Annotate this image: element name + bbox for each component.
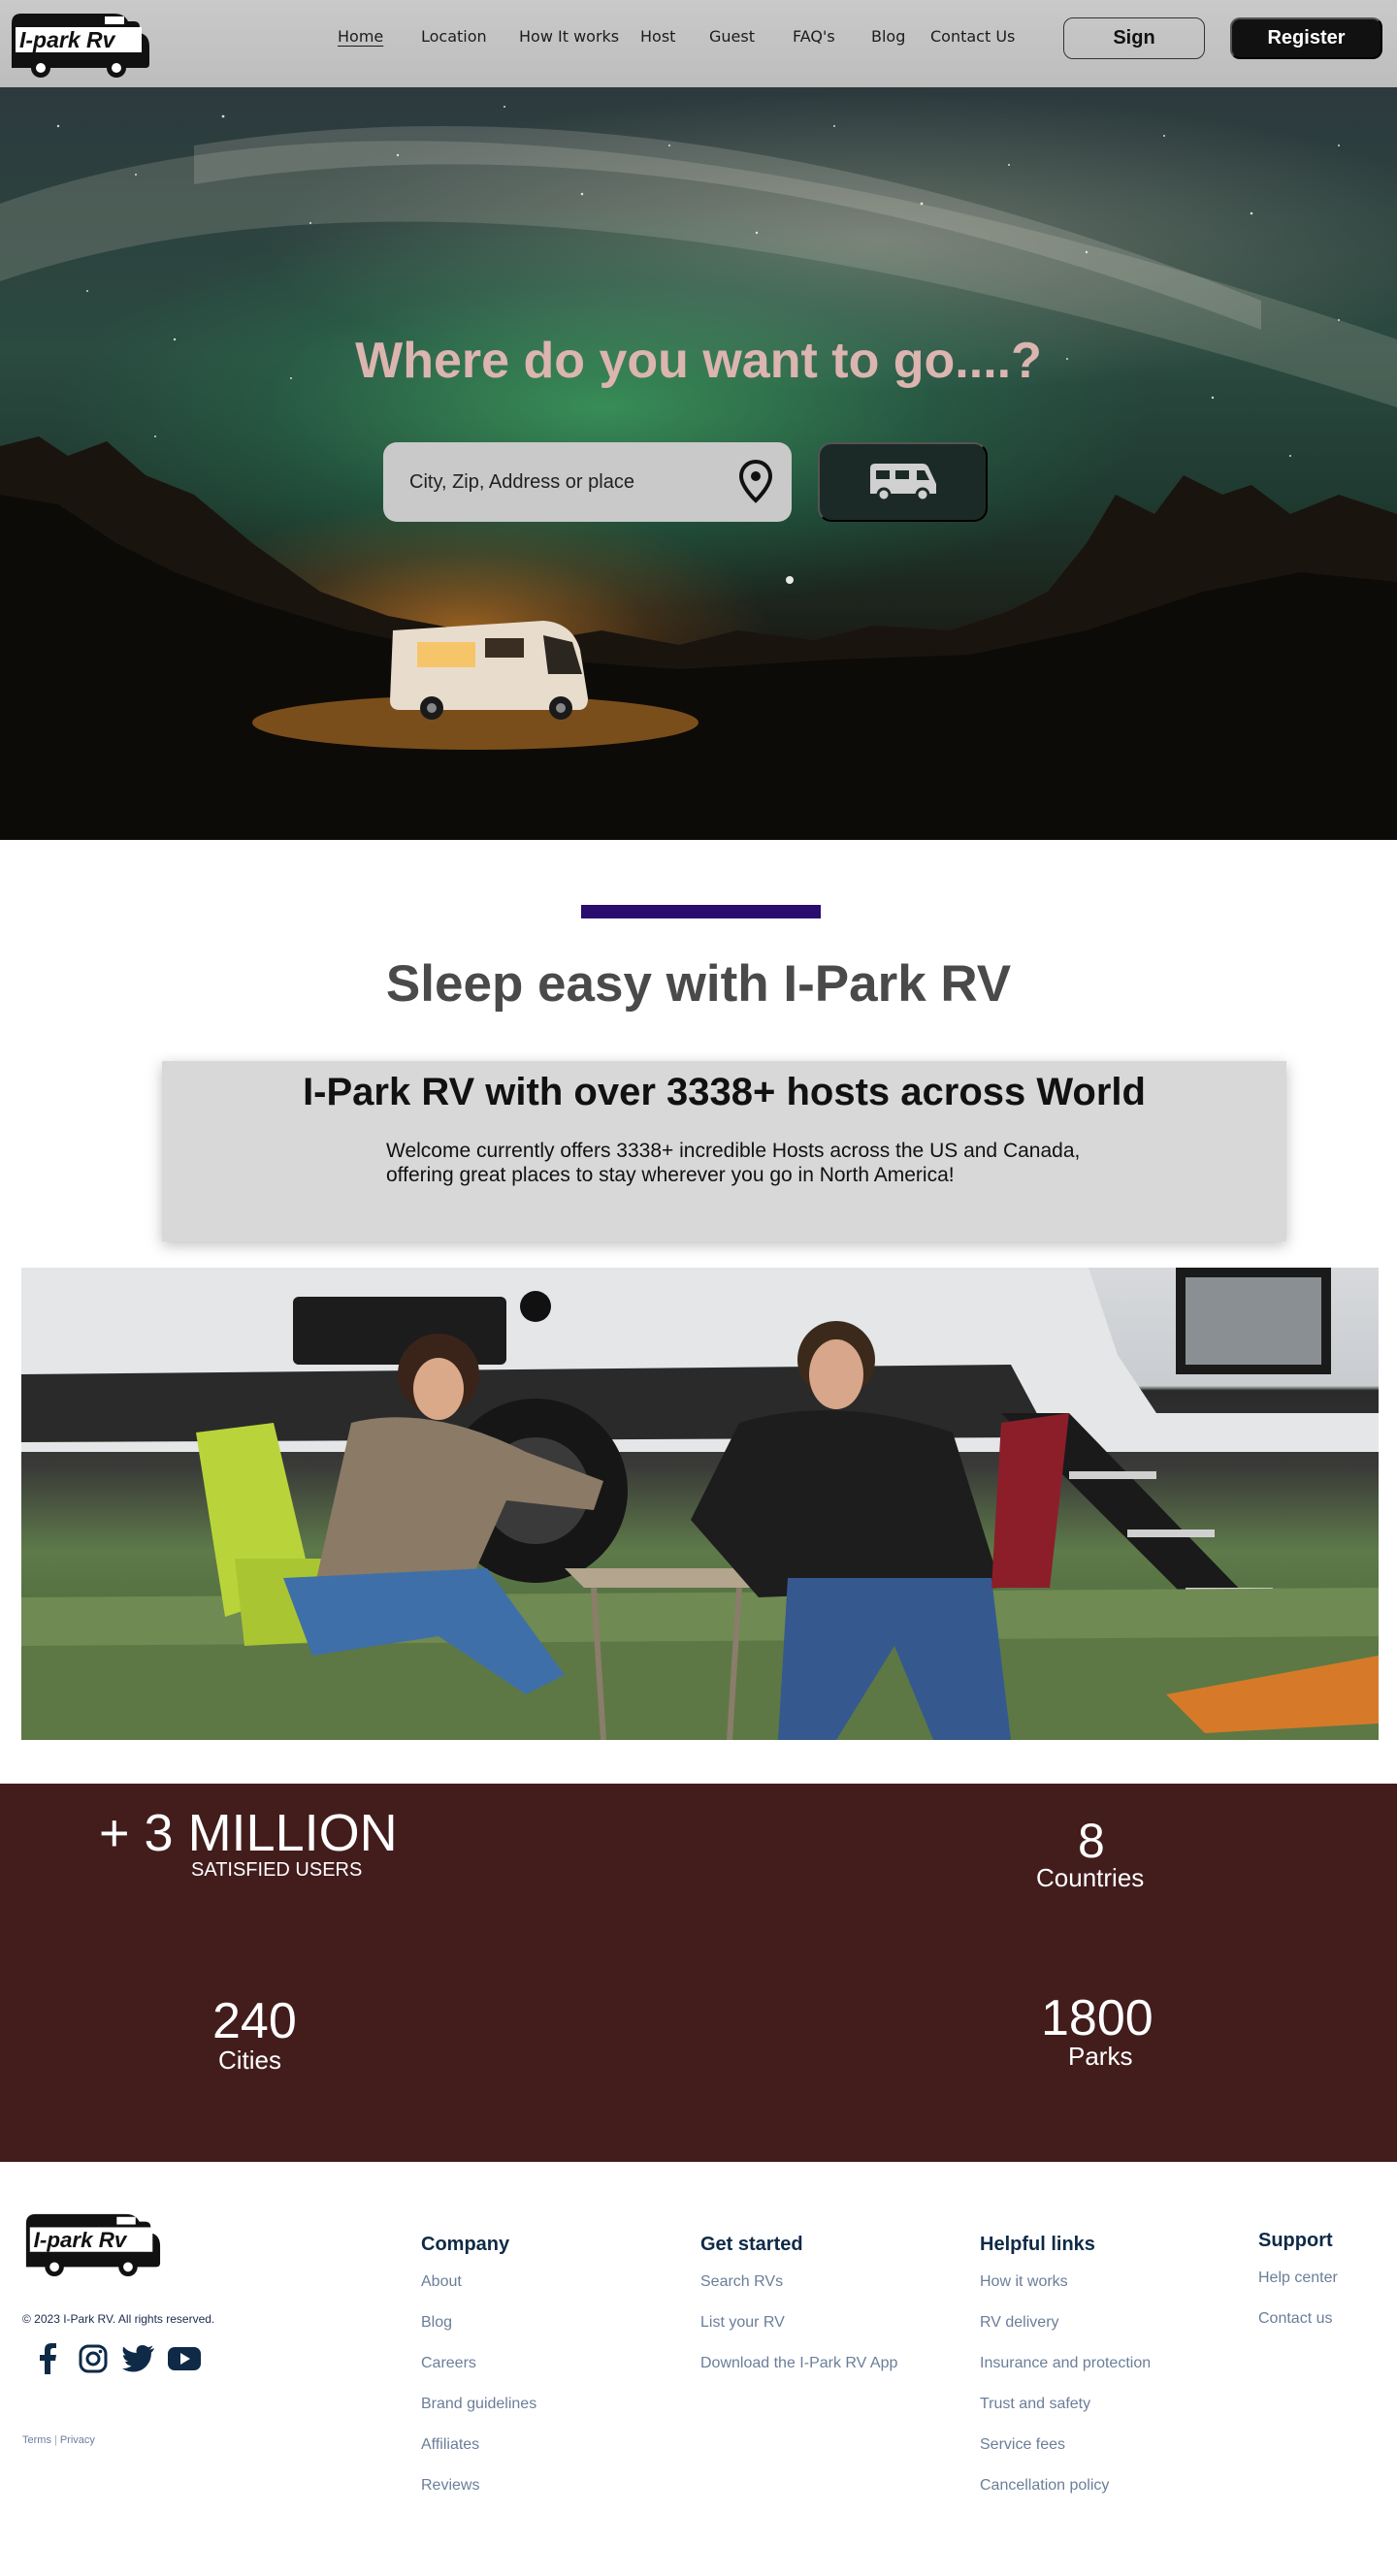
rv-icon <box>869 464 936 502</box>
hosts-info-card: I-Park RV with over 3338+ hosts across W… <box>162 1061 1286 1241</box>
site-footer: I-park Rv © 2023 I-Park RV. All rights r… <box>0 2162 1397 2576</box>
section-accent-bar <box>581 905 821 918</box>
footer-get-started-heading: Get started <box>700 2234 803 2255</box>
footer-link-how-it-works[interactable]: How it works <box>980 2273 1151 2314</box>
facebook-icon[interactable] <box>31 2342 64 2375</box>
legal-separator: | <box>53 2434 57 2446</box>
footer-logo-text: I-park Rv <box>34 2228 128 2252</box>
nav-contact-us[interactable]: Contact Us <box>930 27 1015 46</box>
footer-company-heading: Company <box>421 2234 510 2255</box>
countries-stat-value: 8 <box>1078 1814 1105 1868</box>
copyright-text: © 2023 I-Park RV. All rights reserved. <box>22 2312 215 2326</box>
footer-link-brand-guidelines[interactable]: Brand guidelines <box>421 2396 536 2436</box>
terms-link[interactable]: Terms <box>22 2434 51 2446</box>
hosts-card-title: I-Park RV with over 3338+ hosts across W… <box>303 1071 1146 1113</box>
parks-stat-label: Parks <box>1068 2042 1133 2071</box>
campers-photo <box>21 1268 1379 1740</box>
map-pin-icon[interactable] <box>737 459 774 503</box>
footer-helpful-links-heading: Helpful links <box>980 2234 1095 2255</box>
nav-blog[interactable]: Blog <box>871 27 905 46</box>
rv-search-button[interactable] <box>818 442 988 522</box>
footer-link-service-fees[interactable]: Service fees <box>980 2436 1151 2477</box>
footer-link-contact-us[interactable]: Contact us <box>1258 2310 1338 2351</box>
legal-links: Terms | Privacy <box>22 2434 95 2446</box>
footer-get-started-column: Get started Search RVs List your RV Down… <box>700 2234 897 2396</box>
footer-link-careers[interactable]: Careers <box>421 2355 536 2396</box>
footer-link-trust-safety[interactable]: Trust and safety <box>980 2396 1151 2436</box>
users-stat-value: + 3 MILLION <box>99 1804 398 1862</box>
footer-support-column: Support Help center Contact us <box>1258 2230 1338 2351</box>
footer-link-blog[interactable]: Blog <box>421 2314 536 2355</box>
footer-link-download-app[interactable]: Download the I-Park RV App <box>700 2355 897 2396</box>
hero-section: Where do you want to go....? <box>0 87 1397 840</box>
nav-host[interactable]: Host <box>640 27 675 46</box>
instagram-icon[interactable] <box>77 2342 110 2375</box>
top-navigation: I-park Rv Home Location How It works Hos… <box>0 0 1397 87</box>
footer-link-rv-delivery[interactable]: RV delivery <box>980 2314 1151 2355</box>
footer-logo[interactable]: I-park Rv <box>21 2208 163 2278</box>
hosts-card-text: Welcome currently offers 3338+ incredibl… <box>386 1140 1081 1186</box>
hero-title: Where do you want to go....? <box>355 333 1042 389</box>
footer-link-reviews[interactable]: Reviews <box>421 2477 536 2518</box>
twitter-icon[interactable] <box>122 2342 155 2375</box>
cities-stat-label: Cities <box>218 2045 282 2075</box>
footer-link-search-rvs[interactable]: Search RVs <box>700 2273 897 2314</box>
footer-link-affiliates[interactable]: Affiliates <box>421 2436 536 2477</box>
countries-stat-label: Countries <box>1036 1863 1145 1892</box>
sign-button[interactable]: Sign <box>1063 17 1205 59</box>
stats-section: + 3 MILLION SATISFIED USERS 8 Countries … <box>0 1784 1397 2162</box>
nav-faqs[interactable]: FAQ's <box>793 27 835 46</box>
logo-text: I-park Rv <box>19 27 116 52</box>
privacy-link[interactable]: Privacy <box>60 2434 95 2446</box>
campers-scene-image <box>21 1268 1379 1740</box>
i-park-rv-logo[interactable]: I-park Rv <box>8 8 151 80</box>
users-stat-label: SATISFIED USERS <box>191 1859 363 1881</box>
register-button[interactable]: Register <box>1230 17 1382 59</box>
nav-how-it-works[interactable]: How It works <box>519 27 619 46</box>
social-links <box>31 2342 213 2375</box>
nav-home[interactable]: Home <box>338 27 383 46</box>
parks-stat-value: 1800 <box>1041 1990 1153 2046</box>
nav-guest[interactable]: Guest <box>709 27 755 46</box>
nav-location[interactable]: Location <box>421 27 487 46</box>
youtube-icon[interactable] <box>168 2342 201 2375</box>
footer-company-column: Company About Blog Careers Brand guideli… <box>421 2234 536 2518</box>
footer-link-insurance[interactable]: Insurance and protection <box>980 2355 1151 2396</box>
location-search-box <box>383 442 792 522</box>
footer-link-list-your-rv[interactable]: List your RV <box>700 2314 897 2355</box>
footer-helpful-links-column: Helpful links How it works RV delivery I… <box>980 2234 1151 2518</box>
footer-support-heading: Support <box>1258 2230 1333 2251</box>
cities-stat-value: 240 <box>212 1993 297 2049</box>
footer-link-cancellation[interactable]: Cancellation policy <box>980 2477 1151 2518</box>
intro-title: Sleep easy with I-Park RV <box>385 955 1012 1013</box>
footer-link-about[interactable]: About <box>421 2273 536 2314</box>
footer-link-help-center[interactable]: Help center <box>1258 2270 1338 2310</box>
location-search-input[interactable] <box>383 442 732 522</box>
